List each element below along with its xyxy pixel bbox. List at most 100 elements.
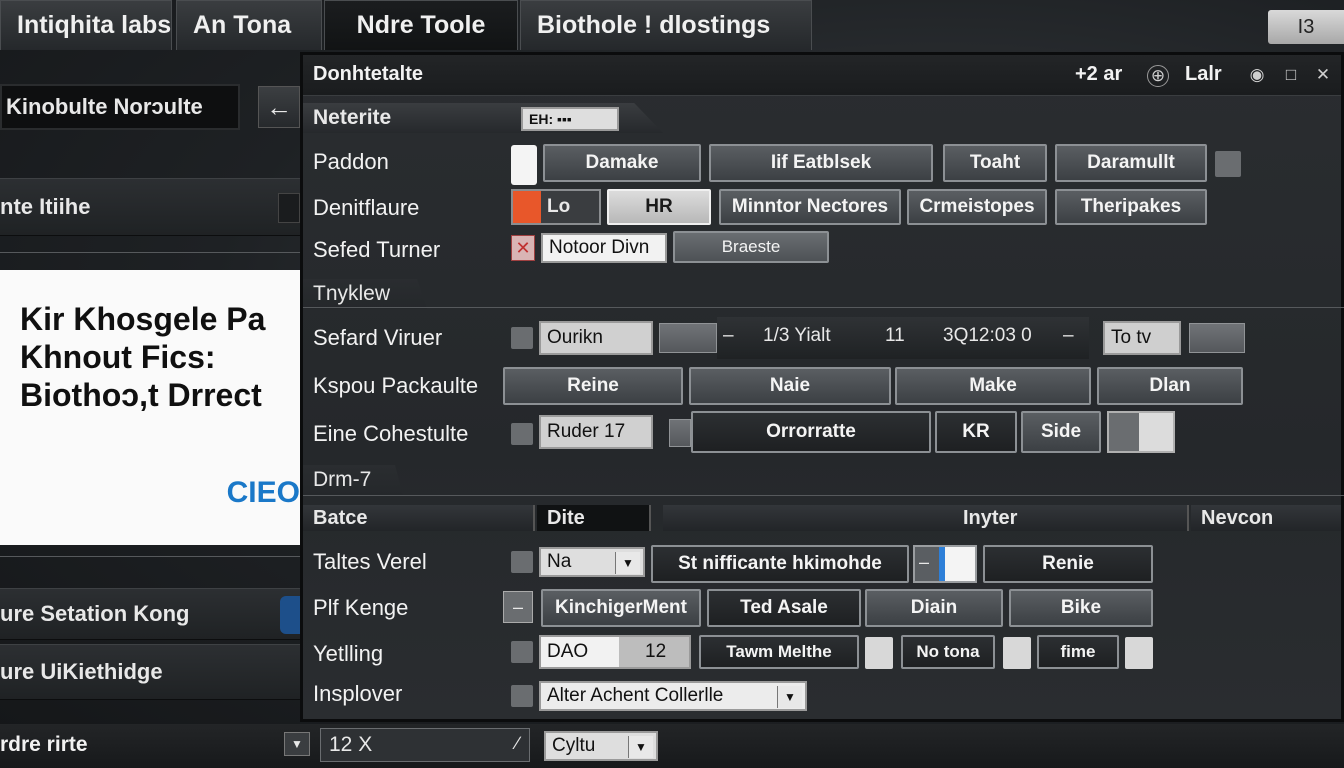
button-label: Orrorratte [766, 421, 856, 442]
taltes-select-value: Na [547, 551, 572, 572]
left-row-1[interactable]: nte Itiihe [0, 178, 300, 236]
time-range-slider[interactable]: – 1/3 Yialt 11 3Q12:03 0 – [717, 317, 1089, 359]
minus-icon[interactable]: – [503, 591, 533, 623]
make-button[interactable]: Make [895, 367, 1091, 405]
minus-icon: – [1063, 325, 1074, 346]
safari-checkbox[interactable] [511, 327, 533, 349]
yetting-checkbox[interactable] [511, 641, 533, 663]
document-preview: Kir Khosgele Pa Khnout Fics: Biothoɔ,t D… [0, 270, 300, 545]
ted-asale-button[interactable]: Ted Asale [707, 589, 861, 627]
tab-an-tona[interactable]: An Tona [176, 0, 322, 50]
seated-label: Sefed Turner [313, 237, 441, 262]
damake-button[interactable]: Damake [543, 144, 701, 182]
yetting-toggle[interactable] [1125, 637, 1153, 669]
record-icon[interactable]: ◉ [1247, 65, 1267, 85]
hr-button[interactable]: HR [607, 189, 711, 225]
left-row-2[interactable]: ure Setation Kong [0, 588, 300, 640]
slider-right-value: 3Q12:03 0 [943, 325, 1032, 346]
tab-intiqhita-labs[interactable]: Intiqhita labs [0, 0, 172, 50]
kinchiger-button[interactable]: KinchigerMent [541, 589, 701, 627]
dent-swatch-label: Lo [547, 196, 571, 217]
to-tv-value: To tv [1111, 327, 1152, 348]
eine-toggle[interactable] [1107, 411, 1175, 453]
yetting-field-a: DAO [547, 641, 589, 662]
left-row-3[interactable]: ure UiKiethidge [0, 644, 300, 700]
safari-field[interactable]: Ourikn [539, 321, 653, 355]
bottom-select-value: Cyltu [552, 735, 596, 756]
side-button[interactable]: Side [1021, 411, 1101, 453]
column-header[interactable]: Dite [537, 505, 651, 531]
eine-stepper[interactable] [669, 419, 691, 447]
close-icon[interactable]: ✕ [1313, 65, 1333, 85]
crmeistopes-button[interactable]: Crmeistopes [907, 189, 1047, 225]
globe-icon[interactable]: ⊕ [1147, 65, 1169, 87]
seated-field[interactable]: Notoor Divn [541, 233, 667, 263]
zoom-level: +2 ar [1075, 63, 1123, 85]
reine-button[interactable]: Reine [503, 367, 683, 405]
insp-checkbox[interactable] [511, 685, 533, 707]
tab-label: Biothole ! dlostings [537, 11, 771, 39]
taltes-slider[interactable]: – [913, 545, 977, 583]
color-swatch[interactable] [511, 145, 537, 185]
divider [0, 252, 300, 253]
yetting-toggle[interactable] [1003, 637, 1031, 669]
insp-select[interactable]: Alter Achent Collerlle ▼ [539, 681, 807, 711]
padding-checkbox[interactable] [1215, 151, 1241, 177]
minus-icon: – [919, 552, 930, 572]
eine-checkbox[interactable] [511, 423, 533, 445]
column-header[interactable]: Inyter [663, 505, 1189, 531]
to-tv-stepper[interactable] [1189, 323, 1245, 353]
tab-ndre-toole[interactable]: Ndre Toole [324, 0, 518, 50]
column-header[interactable]: Nevcon [1191, 505, 1341, 531]
bike-button[interactable]: Bike [1009, 589, 1153, 627]
divider [303, 307, 1344, 308]
eatblsek-button[interactable]: Iif Eatblsek [709, 144, 933, 182]
yetting-field[interactable]: DAO 12 [539, 635, 691, 669]
renie-button[interactable]: Renie [983, 545, 1153, 583]
eine-field[interactable]: Ruder 17 [539, 415, 653, 449]
chevron-down-icon[interactable]: ▼ [284, 732, 310, 756]
button-label: St nifficante hkimohde [678, 553, 882, 574]
button-label: Bike [1060, 597, 1102, 618]
left-selected-item[interactable]: Kinobulte Norɔulte [0, 84, 240, 130]
column-header[interactable]: Batce [303, 505, 535, 531]
bottom-select[interactable]: Cyltu ▼ [544, 731, 658, 761]
divider [0, 556, 300, 557]
yetting-toggle[interactable] [865, 637, 893, 669]
maximize-icon[interactable]: □ [1281, 65, 1301, 85]
taltes-checkbox[interactable] [511, 551, 533, 573]
close-icon[interactable]: ✕ [511, 235, 535, 261]
corner-button[interactable]: I3 [1268, 10, 1344, 44]
dialog-titlebar[interactable]: Donhtetalte +2 ar ⊕ Lalr ◉ □ ✕ [303, 55, 1341, 96]
minus-icon: – [723, 325, 734, 346]
theripakes-button[interactable]: Theripakes [1055, 189, 1207, 225]
chevron-down-icon: ▼ [777, 686, 802, 708]
safari-stepper[interactable] [659, 323, 717, 353]
kr-button[interactable]: KR [935, 411, 1017, 453]
minntor-button[interactable]: Minntor Nectores [719, 189, 901, 225]
fime-button[interactable]: fime [1037, 635, 1119, 669]
braeste-button[interactable]: Braeste [673, 231, 829, 263]
to-tv-field[interactable]: To tv [1103, 321, 1181, 355]
arrow-left-icon[interactable]: ← [258, 86, 300, 128]
taltes-select[interactable]: Na ▼ [539, 547, 645, 577]
daramullt-button[interactable]: Daramullt [1055, 144, 1207, 182]
significante-button[interactable]: St nifficante hkimohde [651, 545, 909, 583]
bottom-field[interactable]: 12 X ∕ [320, 728, 530, 762]
naie-button[interactable]: Naie [689, 367, 891, 405]
kspou-label: Kspou Packaulte [313, 373, 479, 398]
toaht-button[interactable]: Toaht [943, 144, 1047, 182]
diain-button[interactable]: Diain [865, 589, 1003, 627]
no-tona-button[interactable]: No tona [901, 635, 995, 669]
tawm-melthe-button[interactable]: Tawm Melthe [699, 635, 859, 669]
orrorratte-button[interactable]: Orrorratte [691, 411, 931, 453]
tab-biothole-dlostings[interactable]: Biothole ! dlostings [520, 0, 812, 50]
language-label: Lalr [1185, 63, 1222, 85]
dent-swatch[interactable]: Lo [511, 189, 601, 225]
button-label: Toaht [969, 152, 1021, 173]
section-field[interactable]: EH: ▪▪▪ [521, 107, 619, 131]
doc-heading: Kir Khosgele Pa Khnout Fics: Biothoɔ,t D… [20, 301, 266, 413]
dlan-button[interactable]: Dlan [1097, 367, 1243, 405]
padding-label: Paddon [313, 149, 389, 174]
info-icon[interactable] [280, 596, 300, 634]
